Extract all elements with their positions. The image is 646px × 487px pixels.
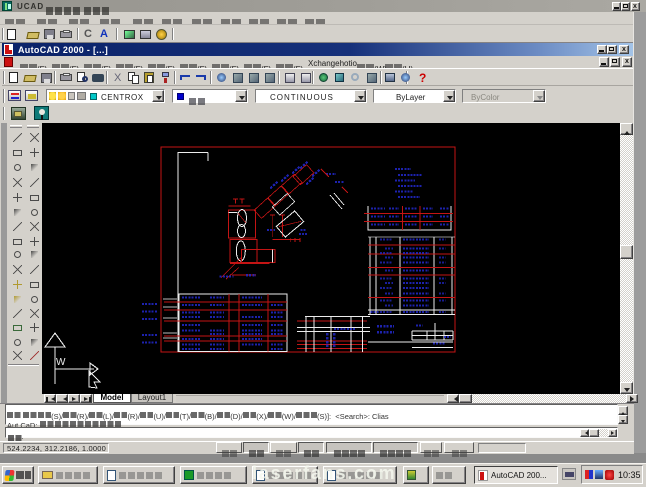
svg-text:W: W <box>56 357 66 368</box>
